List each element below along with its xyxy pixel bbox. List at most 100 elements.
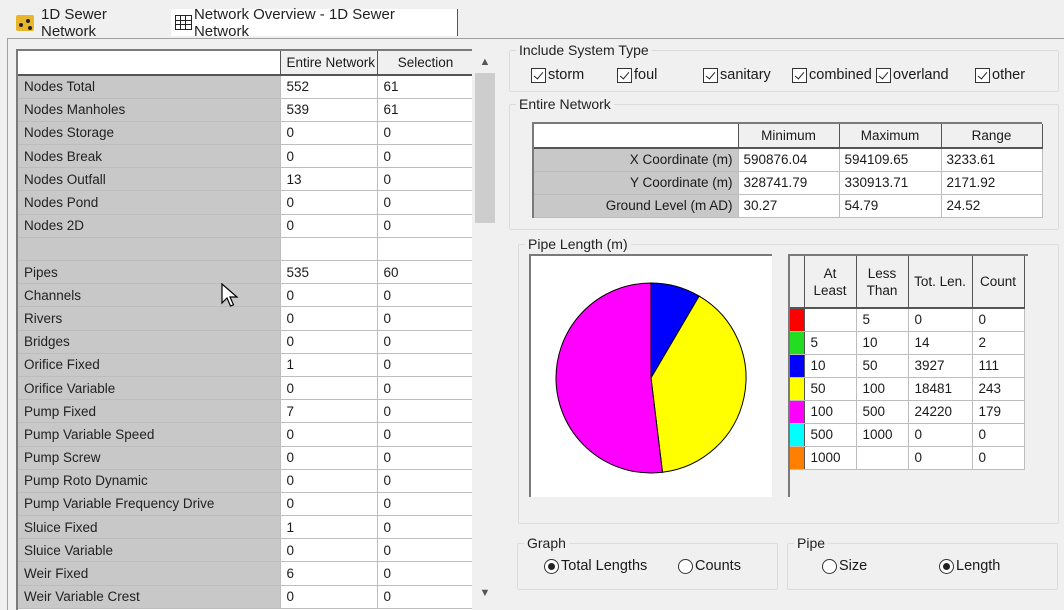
- cell-selection[interactable]: 0: [377, 376, 472, 401]
- cell-selection[interactable]: 0: [377, 167, 472, 192]
- table-row[interactable]: Nodes Total 552 61: [18, 75, 472, 99]
- row-label[interactable]: Channels: [18, 283, 281, 308]
- row-label[interactable]: Pump Screw: [18, 446, 281, 470]
- cell-entire-network[interactable]: 0: [280, 376, 378, 401]
- tab-1d-sewer-network[interactable]: 1D Sewer Network: [12, 6, 170, 40]
- row-label[interactable]: Nodes Total: [18, 75, 281, 99]
- row-label[interactable]: Nodes Storage: [18, 121, 281, 146]
- table-row[interactable]: Nodes Outfall 13 0: [18, 167, 472, 192]
- cell-selection[interactable]: 0: [377, 144, 472, 169]
- table-row[interactable]: Pump Variable Frequency Drive 0 0: [18, 492, 472, 517]
- row-label[interactable]: Orifice Fixed: [18, 353, 281, 377]
- checkbox-foul[interactable]: foul: [617, 67, 657, 83]
- table-row[interactable]: Nodes Manholes 539 61: [18, 98, 472, 122]
- radio-button[interactable]: [678, 558, 693, 574]
- cell-entire-network[interactable]: [280, 237, 378, 262]
- cell-entire-network[interactable]: 0: [280, 121, 378, 146]
- table-row[interactable]: Nodes Break 0 0: [18, 144, 472, 169]
- cell-entire-network[interactable]: 0: [280, 214, 378, 238]
- table-row[interactable]: Weir Fixed 6 0: [18, 561, 472, 586]
- cell-selection[interactable]: 0: [377, 469, 472, 493]
- cell-selection[interactable]: 0: [377, 190, 472, 215]
- checkbox-overland[interactable]: overland: [876, 67, 949, 83]
- table-row[interactable]: [18, 237, 472, 262]
- cell-entire-network[interactable]: 7: [280, 399, 378, 424]
- table-row[interactable]: Bridges 0 0: [18, 330, 472, 354]
- cell-entire-network[interactable]: 0: [280, 585, 378, 609]
- scroll-down-icon[interactable]: ▼: [473, 582, 497, 604]
- radio-button[interactable]: [822, 558, 837, 574]
- summary-scrollbar[interactable]: ▲ ▼: [473, 49, 497, 604]
- cell-entire-network[interactable]: 0: [280, 422, 378, 447]
- cell-selection[interactable]: 0: [377, 585, 472, 609]
- cell-entire-network[interactable]: 0: [280, 190, 378, 215]
- cell-entire-network[interactable]: 6: [280, 561, 378, 586]
- row-label[interactable]: Pump Fixed: [18, 399, 281, 424]
- checkbox-box[interactable]: [876, 67, 891, 83]
- row-label[interactable]: Bridges: [18, 330, 281, 354]
- cell-selection[interactable]: 0: [377, 399, 472, 424]
- cell-entire-network[interactable]: 1: [280, 353, 378, 377]
- checkbox-combined[interactable]: combined: [792, 67, 872, 83]
- cell-selection[interactable]: 0: [377, 353, 472, 377]
- cell-selection[interactable]: 0: [377, 422, 472, 447]
- cell-entire-network[interactable]: 13: [280, 167, 378, 192]
- row-label[interactable]: [18, 237, 281, 262]
- cell-selection[interactable]: 0: [377, 214, 472, 238]
- row-label[interactable]: Nodes Pond: [18, 190, 281, 215]
- checkbox-box[interactable]: [975, 67, 990, 83]
- table-row[interactable]: Nodes 2D 0 0: [18, 214, 472, 238]
- row-label[interactable]: Nodes Manholes: [18, 98, 281, 122]
- checkbox-box[interactable]: [617, 67, 632, 83]
- cell-selection[interactable]: 0: [377, 561, 472, 586]
- cell-selection[interactable]: 0: [377, 538, 472, 563]
- radio-length[interactable]: Length: [939, 558, 1000, 574]
- row-label[interactable]: Rivers: [18, 306, 281, 331]
- cell-selection[interactable]: 0: [377, 306, 472, 331]
- row-label[interactable]: Sluice Fixed: [18, 515, 281, 540]
- cell-selection[interactable]: 61: [377, 98, 472, 122]
- cell-entire-network[interactable]: 539: [280, 98, 378, 122]
- scroll-up-icon[interactable]: ▲: [473, 51, 497, 73]
- cell-entire-network[interactable]: 0: [280, 306, 378, 331]
- table-row[interactable]: Pump Variable Speed 0 0: [18, 422, 472, 447]
- column-header-entire-network[interactable]: Entire Network: [280, 51, 378, 76]
- table-row[interactable]: Pump Roto Dynamic 0 0: [18, 469, 472, 493]
- checkbox-sanitary[interactable]: sanitary: [703, 67, 771, 83]
- row-label[interactable]: Sluice Variable: [18, 538, 281, 563]
- cell-selection[interactable]: 0: [377, 330, 472, 354]
- table-row[interactable]: Nodes Pond 0 0: [18, 190, 472, 215]
- scrollbar-thumb[interactable]: [475, 73, 495, 223]
- checkbox-storm[interactable]: storm: [531, 67, 584, 83]
- cell-selection[interactable]: 0: [377, 283, 472, 308]
- radio-size[interactable]: Size: [822, 558, 867, 574]
- table-row[interactable]: Orifice Variable 0 0: [18, 376, 472, 401]
- cell-entire-network[interactable]: 1: [280, 515, 378, 540]
- cell-entire-network[interactable]: 535: [280, 260, 378, 285]
- table-row[interactable]: Channels 0 0: [18, 283, 472, 308]
- cell-entire-network[interactable]: 0: [280, 283, 378, 308]
- table-row[interactable]: Sluice Variable 0 0: [18, 538, 472, 563]
- table-row[interactable]: Weir Variable Crest 0 0: [18, 585, 472, 609]
- cell-selection[interactable]: 0: [377, 446, 472, 470]
- checkbox-other[interactable]: other: [975, 67, 1025, 83]
- checkbox-box[interactable]: [703, 67, 718, 83]
- table-row[interactable]: Pump Fixed 7 0: [18, 399, 472, 424]
- table-row[interactable]: Pipes 535 60: [18, 260, 472, 285]
- column-header-selection[interactable]: Selection: [377, 51, 472, 76]
- row-label[interactable]: Pipes: [18, 260, 281, 285]
- row-label[interactable]: Nodes Outfall: [18, 167, 281, 192]
- table-row[interactable]: Nodes Storage 0 0: [18, 121, 472, 146]
- cell-entire-network[interactable]: 0: [280, 538, 378, 563]
- radio-counts[interactable]: Counts: [678, 558, 741, 574]
- row-label[interactable]: Weir Variable Crest: [18, 585, 281, 609]
- row-label[interactable]: Nodes 2D: [18, 214, 281, 238]
- cell-selection[interactable]: 0: [377, 492, 472, 517]
- cell-selection[interactable]: 0: [377, 121, 472, 146]
- summary-grid[interactable]: Entire Network Selection Nodes Total 552 6…: [16, 49, 472, 610]
- row-label[interactable]: Pump Variable Speed: [18, 422, 281, 447]
- cell-selection[interactable]: 0: [377, 515, 472, 540]
- checkbox-box[interactable]: [792, 67, 807, 83]
- cell-entire-network[interactable]: 0: [280, 446, 378, 470]
- row-label[interactable]: Nodes Break: [18, 144, 281, 169]
